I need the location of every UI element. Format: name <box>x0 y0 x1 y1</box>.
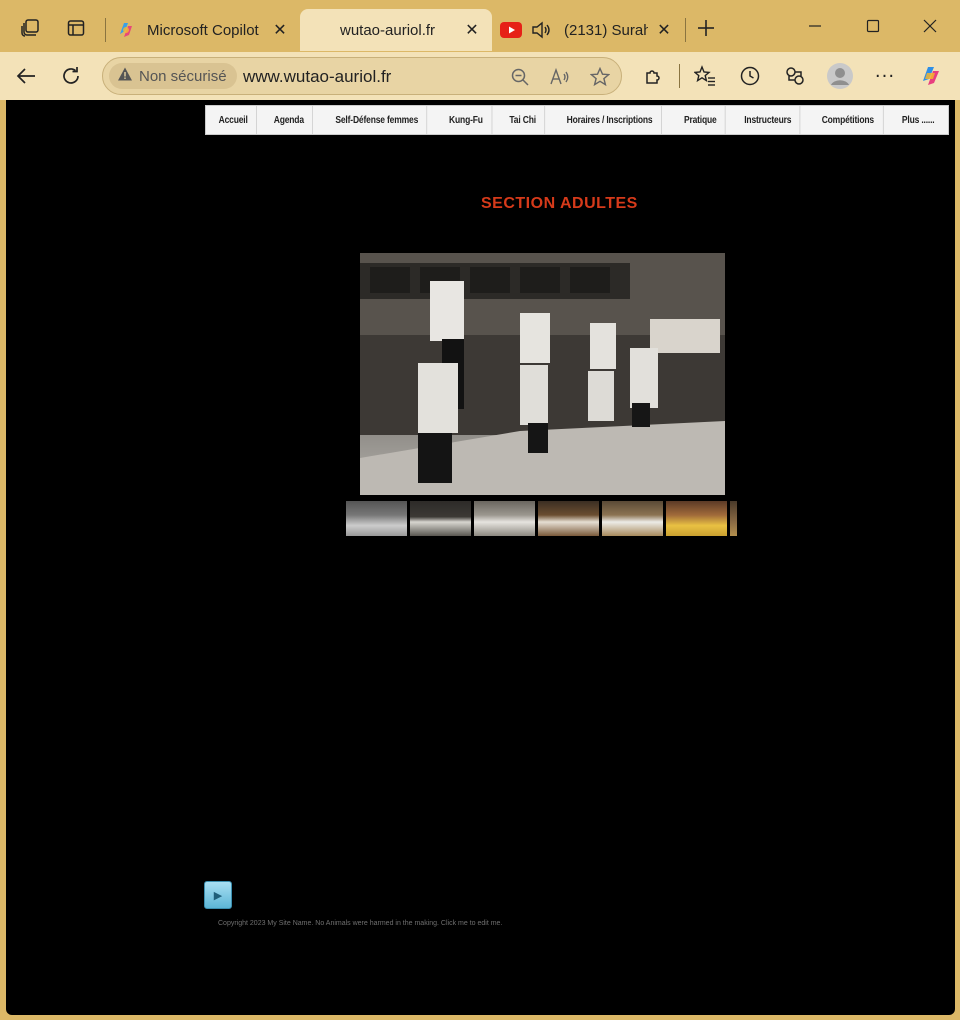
site-nav: Accueil Agenda Self-Défense femmes Kung-… <box>205 105 949 135</box>
performance-icon[interactable] <box>779 60 811 92</box>
gallery-thumbnail[interactable] <box>666 501 727 536</box>
zoom-icon[interactable] <box>506 63 534 91</box>
security-indicator[interactable]: Non sécurisé <box>109 63 237 89</box>
security-label: Non sécurisé <box>139 67 227 85</box>
nav-item-accueil[interactable]: Accueil <box>210 106 258 134</box>
close-tab-icon[interactable]: ✕ <box>462 20 482 40</box>
thumbnail-strip <box>346 501 737 536</box>
gallery-thumbnail[interactable] <box>474 501 535 536</box>
tab-wutao[interactable]: wutao-auriol.fr ✕ <box>300 9 492 51</box>
nav-item-kung-fu[interactable]: Kung-Fu <box>441 106 493 134</box>
toolbar-separator <box>679 64 680 88</box>
nav-item-pratique[interactable]: Pratique <box>675 106 726 134</box>
warning-icon <box>117 66 133 86</box>
youtube-icon <box>500 22 522 38</box>
nav-item-plus[interactable]: Plus ...... <box>894 106 944 134</box>
copyright-text: Copyright 2023 My Site Name. No Animals … <box>218 920 503 927</box>
gallery-thumbnail[interactable] <box>730 501 737 536</box>
tab-separator <box>685 18 686 42</box>
back-icon[interactable] <box>10 60 42 92</box>
main-gallery-photo[interactable] <box>360 253 725 495</box>
slideshow-play-button[interactable]: ▶ <box>204 881 232 909</box>
tab-separator <box>105 18 106 42</box>
tab-youtube[interactable]: (2131) Surah ✕ <box>494 9 684 51</box>
gallery-thumbnail[interactable] <box>410 501 471 536</box>
address-bar[interactable]: Non sécurisé www.wutao-auriol.fr <box>102 57 622 95</box>
tab-title: Microsoft Copilot <box>147 21 259 39</box>
nav-item-horaires[interactable]: Horaires / Inscriptions <box>558 106 662 134</box>
tab-title: wutao-auriol.fr <box>340 21 436 39</box>
close-tab-icon[interactable]: ✕ <box>270 20 290 40</box>
more-menu-icon[interactable]: ··· <box>869 60 901 92</box>
extensions-icon[interactable] <box>638 60 670 92</box>
copilot-icon <box>116 20 136 40</box>
new-tab-icon[interactable] <box>690 12 722 44</box>
minimize-icon[interactable] <box>795 10 835 42</box>
read-aloud-icon[interactable] <box>546 63 574 91</box>
close-tab-icon[interactable]: ✕ <box>654 20 674 40</box>
browser-toolbar: Non sécurisé www.wutao-auriol.fr ··· <box>0 52 960 100</box>
section-title: SECTION ADULTES <box>481 195 638 212</box>
nav-item-competitions[interactable]: Compétitions <box>813 106 884 134</box>
copilot-button-icon[interactable] <box>915 60 947 92</box>
maximize-icon[interactable] <box>853 10 893 42</box>
browser-window: Microsoft Copilot ✕ wutao-auriol.fr ✕ (2… <box>0 0 960 1020</box>
tab-strip: Microsoft Copilot ✕ wutao-auriol.fr ✕ (2… <box>0 0 960 54</box>
gallery-thumbnail[interactable] <box>346 501 407 536</box>
speaker-icon[interactable] <box>530 19 552 41</box>
nav-item-agenda[interactable]: Agenda <box>265 106 314 134</box>
refresh-icon[interactable] <box>55 60 87 92</box>
gallery-thumbnail[interactable] <box>538 501 599 536</box>
profile-avatar[interactable] <box>824 60 856 92</box>
tab-title: (2131) Surah <box>564 21 648 39</box>
page-viewport: Accueil Agenda Self-Défense femmes Kung-… <box>6 100 955 1015</box>
nav-item-tai-chi[interactable]: Tai Chi <box>501 106 546 134</box>
close-window-icon[interactable] <box>910 10 950 42</box>
nav-item-self-defense[interactable]: Self-Défense femmes <box>327 106 428 134</box>
play-icon: ▶ <box>213 888 223 902</box>
nav-item-instructeurs[interactable]: Instructeurs <box>736 106 802 134</box>
workspaces-icon[interactable] <box>14 12 46 44</box>
history-icon[interactable] <box>734 60 766 92</box>
tab-copilot[interactable]: Microsoft Copilot ✕ <box>110 9 300 51</box>
tab-actions-icon[interactable] <box>60 12 92 44</box>
url-text[interactable]: www.wutao-auriol.fr <box>243 67 391 87</box>
gallery-thumbnail[interactable] <box>602 501 663 536</box>
favorite-star-icon[interactable] <box>586 63 614 91</box>
favorites-icon[interactable] <box>689 60 721 92</box>
